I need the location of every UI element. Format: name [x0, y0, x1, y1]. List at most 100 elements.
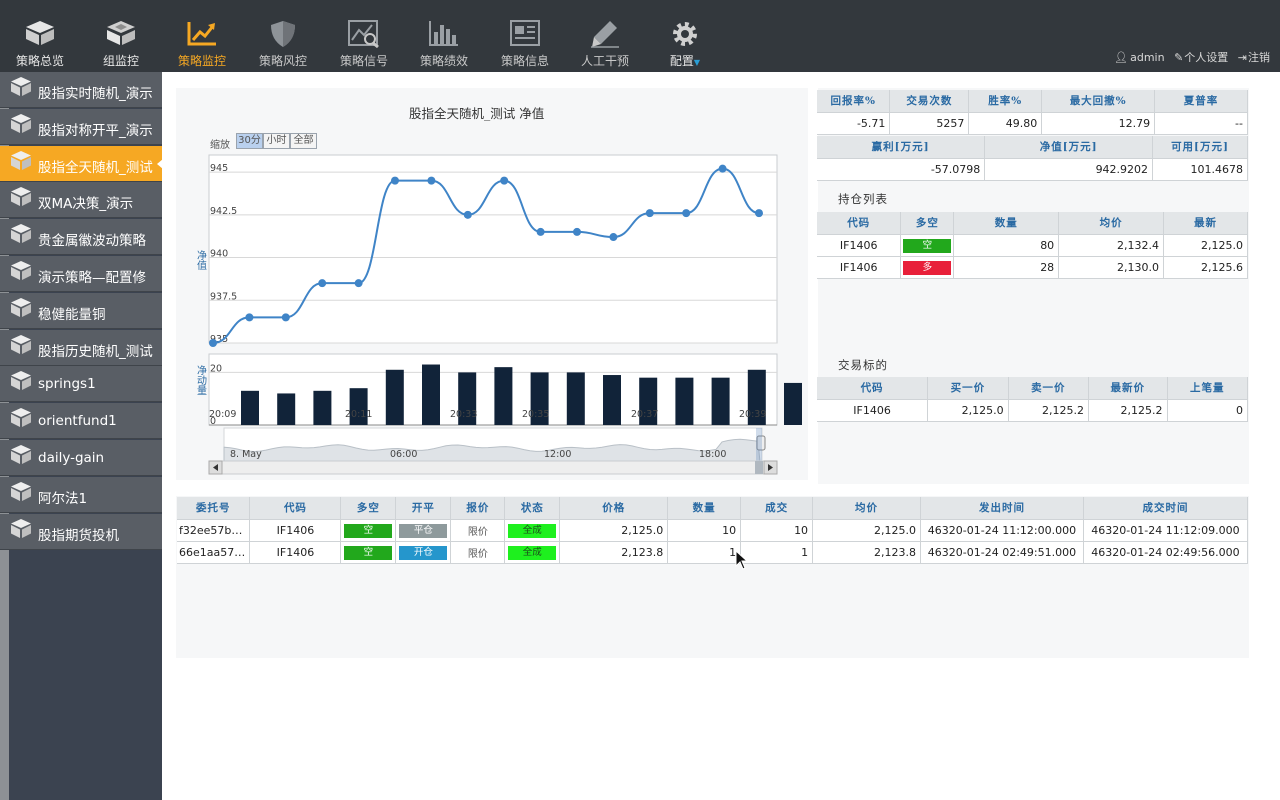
username-link[interactable]: admin	[1130, 51, 1164, 64]
cube-icon	[10, 444, 32, 470]
column-header[interactable]: 最新价	[1088, 377, 1168, 400]
cube-icon	[10, 370, 32, 396]
sidebar-item[interactable]: 演示策略—配置修	[0, 256, 162, 292]
column-header[interactable]: 均价	[1058, 212, 1165, 235]
order-code: IF1406	[249, 519, 342, 542]
order-done-time: 46320-01-24 02:49:56.000	[1083, 541, 1249, 564]
nav-strategy-performance[interactable]: 策略绩效	[405, 0, 483, 72]
sidebar-item[interactable]: 股指对称开平_演示	[0, 108, 162, 145]
position-row[interactable]: IF1406 多 28 2,130.0 2,125.6	[817, 256, 1248, 279]
stats-header: 最大回撤%	[1041, 90, 1156, 113]
sidebar-item[interactable]: 阿尔法1	[0, 476, 162, 513]
nav-strategy-risk[interactable]: 策略风控	[244, 0, 322, 72]
equity-header: 可用[万元]	[1152, 136, 1248, 159]
order-status-badge: 全成	[508, 545, 557, 560]
cube-icon	[10, 223, 32, 249]
column-header[interactable]: 成交	[740, 497, 814, 520]
nav-label: 策略总览	[15, 54, 64, 68]
position-code: IF1406	[817, 256, 902, 279]
order-side-cell: 空	[340, 541, 397, 564]
cube-icon	[10, 297, 32, 323]
order-side-cell: 空	[340, 519, 397, 542]
column-header[interactable]: 买一价	[927, 377, 1009, 400]
equity-value-row: -57.0798 942.9202 101.4678	[817, 158, 1248, 181]
nav-label: 策略信号	[339, 54, 388, 68]
column-header[interactable]: 发出时间	[920, 497, 1084, 520]
cube-icon	[10, 518, 32, 544]
nav-label: 组监控	[102, 54, 139, 68]
column-header[interactable]: 多空	[900, 212, 955, 235]
zoom-all-button[interactable]: 全部	[290, 133, 317, 149]
sidebar-item-label: 股指对称开平_演示	[38, 122, 153, 139]
order-qty: 1	[667, 541, 742, 564]
position-last: 2,125.0	[1163, 234, 1248, 257]
column-header[interactable]: 数量	[667, 497, 742, 520]
sidebar-item[interactable]: 股指实时随机_演示	[0, 72, 162, 108]
column-header[interactable]: 卖一价	[1008, 377, 1090, 400]
settings-link[interactable]: 个人设置	[1184, 51, 1228, 64]
column-header[interactable]: 均价	[812, 497, 921, 520]
order-filled: 1	[740, 541, 814, 564]
equity-header: 赢利[万元]	[817, 136, 986, 159]
column-header[interactable]: 开平	[395, 497, 452, 520]
column-header[interactable]: 委托号	[177, 497, 251, 520]
sidebar-item-label: 贵金属徽波动策略	[38, 233, 146, 250]
order-open-close-cell: 开仓	[395, 541, 452, 564]
zoom-hour-button[interactable]: 小时	[263, 133, 290, 149]
sidebar-item[interactable]: daily-gain	[0, 440, 162, 476]
sidebar-item[interactable]: 股指全天随机_测试	[0, 145, 163, 182]
column-header[interactable]: 代码	[817, 212, 902, 235]
column-header[interactable]: 数量	[953, 212, 1060, 235]
pen-icon	[591, 21, 619, 48]
order-open-close-badge: 开仓	[399, 545, 448, 560]
equity-value: 101.4678	[1152, 158, 1248, 181]
nav-group-monitor[interactable]: 组监控	[82, 0, 160, 72]
wrench-icon: ✎	[1174, 51, 1184, 64]
stats-header-row: 回报率% 交易次数 胜率% 最大回撤% 夏普率	[817, 90, 1248, 113]
column-header[interactable]: 多空	[340, 497, 397, 520]
column-header[interactable]: 成交时间	[1083, 497, 1249, 520]
order-row[interactable]: 66e1aa57… IF1406 空开仓 限价 全成 2,123.8 1 1 2,123.8 46…	[177, 541, 1249, 564]
instrument-row[interactable]: IF1406 2,125.0 2,125.2 2,125.2 0	[817, 399, 1248, 422]
column-header[interactable]: 报价	[450, 497, 506, 520]
shield-icon	[271, 21, 295, 47]
cube-icon	[10, 186, 32, 212]
nav-label: 策略绩效	[419, 54, 468, 68]
order-row[interactable]: f32ee57b… IF1406 空平仓 限价 全成 2,125.0 10 10 2,125.0…	[177, 519, 1249, 542]
order-avg: 2,125.0	[812, 519, 921, 542]
order-avg: 2,123.8	[812, 541, 921, 564]
sidebar-item[interactable]: 稳健能量铜	[0, 292, 162, 329]
column-header[interactable]: 代码	[249, 497, 342, 520]
stats-header: 夏普率	[1154, 90, 1248, 113]
position-avg: 2,130.0	[1058, 256, 1165, 279]
sidebar-item-label: springs1	[38, 376, 96, 393]
column-header[interactable]: 状态	[504, 497, 561, 520]
instrument-bid: 2,125.0	[927, 399, 1009, 422]
column-header[interactable]: 代码	[817, 377, 929, 400]
instruments-header-row: 代码 买一价 卖一价 最新价 上笔量	[817, 377, 1248, 400]
nav-strategy-monitor[interactable]: 策略监控	[163, 0, 241, 72]
stats-table: 回报率% 交易次数 胜率% 最大回撤% 夏普率 -5.71 5257 49.80 12.79 --	[817, 90, 1248, 135]
column-header[interactable]: 价格	[559, 497, 669, 520]
column-header[interactable]: 上笔量	[1167, 377, 1248, 400]
chart-title: 股指全天随机_测试 净值	[409, 106, 545, 121]
sidebar-item[interactable]: 股指期货投机	[0, 513, 162, 550]
nav-strategy-overview[interactable]: 策略总览	[1, 0, 79, 72]
nav-label: 策略监控	[177, 54, 226, 68]
logout-link[interactable]: 注销	[1248, 51, 1270, 64]
sidebar-item[interactable]: orientfund1	[0, 403, 162, 440]
sidebar-item[interactable]: 股指历史随机_测试	[0, 329, 162, 366]
column-header[interactable]: 最新	[1163, 212, 1248, 235]
instrument-volume: 0	[1167, 399, 1248, 422]
nav-strategy-info[interactable]: 策略信息	[486, 0, 564, 72]
nav-strategy-signal[interactable]: 策略信号	[325, 0, 403, 72]
sidebar-item[interactable]: 双MA决策_演示	[0, 182, 162, 219]
position-row[interactable]: IF1406 空 80 2,132.4 2,125.0	[817, 234, 1248, 257]
position-qty: 80	[953, 234, 1060, 257]
sidebar-item[interactable]: 贵金属徽波动策略	[0, 219, 162, 256]
nav-config[interactable]: 配置▼	[646, 0, 724, 72]
equity-header-row: 赢利[万元] 净值[万元] 可用[万元]	[817, 136, 1248, 159]
sidebar-item[interactable]: springs1	[0, 366, 162, 403]
zoom-30min-button[interactable]: 30分	[236, 133, 263, 149]
nav-manual-intervention[interactable]: 人工干预	[566, 0, 644, 72]
